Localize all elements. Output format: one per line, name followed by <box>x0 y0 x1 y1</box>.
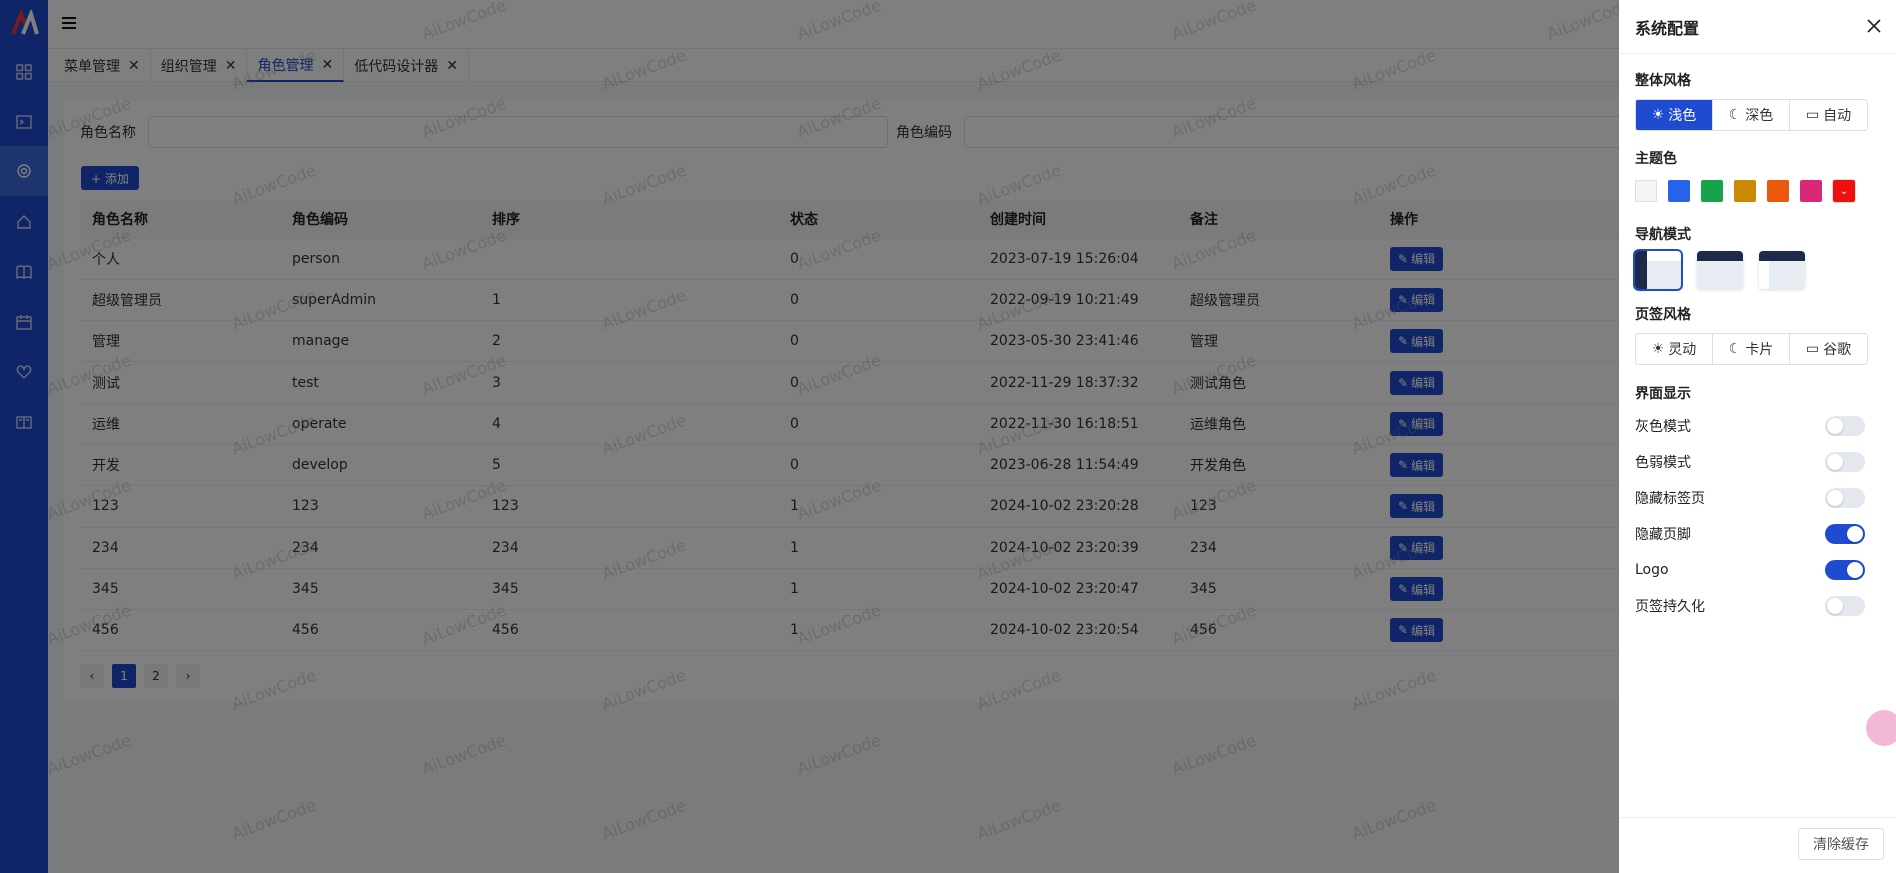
option-label: 谷歌 <box>1823 342 1852 358</box>
theme-color-swatch[interactable] <box>1734 180 1756 202</box>
theme-color-swatch[interactable] <box>1800 180 1822 202</box>
toggle-switch[interactable] <box>1825 452 1865 472</box>
nav-mode-label: 导航模式 <box>1635 227 1691 243</box>
toggle-knob <box>1847 526 1863 542</box>
toggle-label: 色弱模式 <box>1635 455 1691 471</box>
clear-cache-button[interactable]: 清除缓存 <box>1798 828 1884 860</box>
toggle-knob <box>1827 418 1843 434</box>
nav-mode-mixed[interactable] <box>1759 251 1805 289</box>
translate-float-button[interactable] <box>1866 710 1896 746</box>
sun-icon: ☀ <box>1651 107 1665 123</box>
monitor-icon: ▭ <box>1805 341 1820 357</box>
option-label: 深色 <box>1745 108 1774 124</box>
toggle-row: 隐藏页脚 <box>1635 524 1865 544</box>
overall-style-label: 整体风格 <box>1635 73 1691 89</box>
tab-style-chrome-option[interactable]: ▭ 谷歌 <box>1790 334 1867 364</box>
overall-style-selector: ☀ 浅色 ☾ 深色 ▭ 自动 <box>1635 99 1868 131</box>
toggle-switch[interactable] <box>1825 416 1865 436</box>
toggle-row: 页签持久化 <box>1635 596 1865 616</box>
toggle-switch[interactable] <box>1825 488 1865 508</box>
close-icon[interactable] <box>1866 18 1882 34</box>
panel-title: 系统配置 <box>1619 0 1896 54</box>
toggle-knob <box>1827 454 1843 470</box>
style-light-option[interactable]: ☀ 浅色 <box>1636 100 1713 130</box>
tab-style-label: 页签风格 <box>1635 307 1691 323</box>
tab-style-dynamic-option[interactable]: ☀ 灵动 <box>1636 334 1713 364</box>
toggle-label: 灰色模式 <box>1635 419 1691 435</box>
toggle-switch[interactable] <box>1825 524 1865 544</box>
modal-overlay[interactable] <box>0 0 1619 873</box>
toggle-row: 隐藏标签页 <box>1635 488 1865 508</box>
tab-style-selector: ☀ 灵动 ☾ 卡片 ▭ 谷歌 <box>1635 333 1868 365</box>
nav-mode-selector <box>1633 249 1805 291</box>
option-label: 卡片 <box>1745 342 1774 358</box>
toggle-knob <box>1847 562 1863 578</box>
toggle-knob <box>1827 598 1843 614</box>
toggle-row: Logo <box>1635 560 1865 580</box>
theme-color-swatch[interactable] <box>1767 180 1789 202</box>
toggle-label: 隐藏页脚 <box>1635 527 1691 543</box>
style-dark-option[interactable]: ☾ 深色 <box>1713 100 1790 130</box>
option-label: 浅色 <box>1668 108 1697 124</box>
theme-color-swatch[interactable]: ⌄ <box>1832 179 1856 203</box>
nav-mode-top[interactable] <box>1697 251 1743 289</box>
theme-color-swatches: ⌄ <box>1635 179 1856 203</box>
option-label: 灵动 <box>1668 342 1697 358</box>
style-auto-option[interactable]: ▭ 自动 <box>1790 100 1867 130</box>
toggle-row: 灰色模式 <box>1635 416 1865 436</box>
monitor-icon: ▭ <box>1805 107 1820 123</box>
toggle-knob <box>1827 490 1843 506</box>
nav-mode-sidebar[interactable] <box>1633 249 1683 291</box>
theme-color-swatch[interactable] <box>1635 180 1657 202</box>
sun-icon: ☀ <box>1651 341 1665 357</box>
toggle-switch[interactable] <box>1825 596 1865 616</box>
theme-color-swatch[interactable] <box>1701 180 1723 202</box>
theme-color-label: 主题色 <box>1635 151 1677 167</box>
toggle-label: Logo <box>1635 562 1669 578</box>
moon-icon: ☾ <box>1728 107 1742 123</box>
panel-footer: 清除缓存 <box>1619 817 1896 873</box>
option-label: 自动 <box>1823 108 1852 124</box>
toggle-label: 隐藏标签页 <box>1635 491 1705 507</box>
theme-color-swatch[interactable] <box>1668 180 1690 202</box>
system-config-panel: 系统配置 整体风格 ☀ 浅色 ☾ 深色 ▭ 自动 主题色 ⌄ 导航模式 页签风格 ☀ 灵… <box>1619 0 1896 873</box>
display-label: 界面显示 <box>1635 386 1691 402</box>
toggle-row: 色弱模式 <box>1635 452 1865 472</box>
tab-style-card-option[interactable]: ☾ 卡片 <box>1713 334 1790 364</box>
toggle-switch[interactable] <box>1825 560 1865 580</box>
moon-icon: ☾ <box>1728 341 1742 357</box>
toggle-label: 页签持久化 <box>1635 599 1705 615</box>
